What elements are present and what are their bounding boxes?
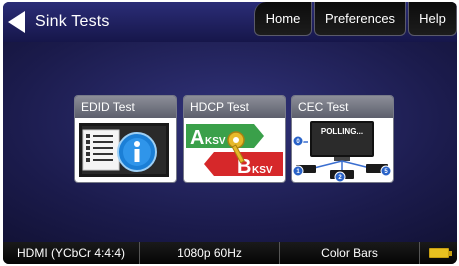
status-bar: HDMI (YCbCr 4:4:4) 1080p 60Hz Color Bars — [3, 242, 457, 264]
resolution-status[interactable]: 1080p 60Hz — [140, 242, 280, 264]
cec-test-tile[interactable]: CEC Test POLLING... 0 1 2 5 — [291, 95, 394, 183]
page-title: Sink Tests — [35, 13, 110, 30]
cec-network-icon: POLLING... 0 1 2 5 — [292, 121, 392, 182]
edid-test-label: EDID Test — [75, 96, 176, 118]
hdcp-test-tile[interactable]: HDCP Test A KSV B KSV — [183, 95, 286, 183]
help-button[interactable]: Help — [408, 2, 457, 36]
cec-test-image: POLLING... 0 1 2 5 — [292, 118, 393, 182]
battery-status — [420, 242, 457, 264]
battery-icon — [428, 248, 452, 258]
preferences-button[interactable]: Preferences — [314, 2, 406, 36]
edid-test-tile[interactable]: EDID Test — [74, 95, 177, 183]
hdcp-key-icon: A KSV B KSV — [186, 124, 283, 178]
home-button[interactable]: Home — [254, 2, 312, 36]
interface-status[interactable]: HDMI (YCbCr 4:4:4) — [3, 242, 140, 264]
screen: Sink Tests Home Preferences Help EDID Te… — [3, 2, 457, 264]
svg-text:KSV: KSV — [252, 165, 273, 176]
pattern-status[interactable]: Color Bars — [280, 242, 420, 264]
svg-text:A: A — [190, 127, 204, 149]
back-arrow-icon[interactable] — [8, 11, 25, 33]
hdcp-test-label: HDCP Test — [184, 96, 285, 118]
edid-test-image — [75, 118, 176, 182]
svg-text:KSV: KSV — [205, 136, 226, 147]
header-bar: Sink Tests Home Preferences Help — [3, 2, 457, 42]
hdcp-test-image: A KSV B KSV — [184, 118, 285, 182]
top-nav: Home Preferences Help — [254, 2, 457, 36]
cec-polling-text: POLLING... — [321, 127, 363, 136]
edid-monitor-icon — [79, 123, 169, 177]
cec-test-label: CEC Test — [292, 96, 393, 118]
